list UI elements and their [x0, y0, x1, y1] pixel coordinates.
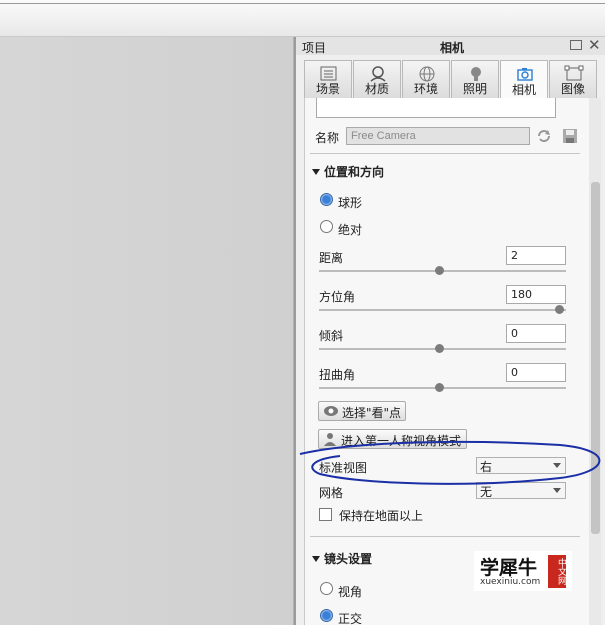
watermark-domain: xuexiniu.com — [480, 577, 541, 587]
watermark-brand: 学犀牛 — [480, 557, 538, 579]
watermark-logo: 学犀牛 xuexiniu.com 中文网 — [474, 551, 572, 591]
watermark-badge: 中文网 — [548, 555, 566, 588]
annotation-ellipse — [299, 440, 601, 485]
